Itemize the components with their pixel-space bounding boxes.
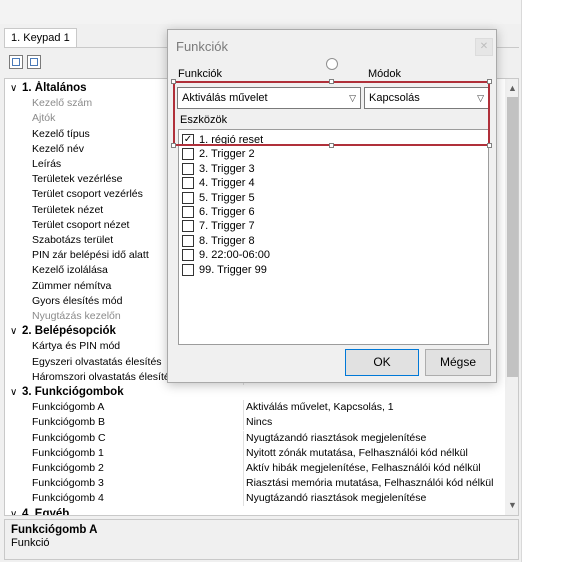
mode-select[interactable]: Kapcsolás ▽ [364,87,489,109]
property-row[interactable]: Funkciógomb 2 Aktív hibák megjelenítése, … [5,461,503,476]
column-divider [243,491,244,507]
chevron-down-icon[interactable]: ∨ [10,324,17,339]
tool-checkbox[interactable] [182,206,194,218]
resize-handle[interactable] [487,79,492,84]
chevron-down-icon[interactable]: ▽ [477,88,484,108]
scroll-up-icon[interactable]: ▲ [505,81,518,96]
column-divider [243,430,244,446]
property-name: Funkciógomb 4 [32,492,104,505]
tool-checkbox[interactable] [182,191,194,204]
tool-item-label: 2. Trigger 2 [199,148,255,161]
property-value[interactable]: Riasztási memória mutatása, Felhasználói… [246,476,502,491]
property-row[interactable]: Funkciógomb 3 Riasztási memória mutatása,… [5,476,503,492]
function-select[interactable]: Aktiválás művelet ▽ [177,87,361,109]
resize-handle[interactable] [171,79,176,84]
tool-checkbox[interactable] [182,234,194,247]
property-name: 4. Egyéb [22,507,70,516]
tool-checkbox[interactable] [182,220,194,233]
property-name: Funkciógomb 3 [32,477,104,490]
tool-item-label: 9. 22:00-06:00 [199,249,270,262]
description-title: Funkciógomb A [11,524,98,536]
chevron-down-icon[interactable]: ∨ [10,385,17,400]
move-handle-icon[interactable] [326,58,338,70]
collapse-icon [30,58,38,66]
resize-handle[interactable] [171,143,176,148]
chevron-down-icon[interactable]: ∨ [10,507,17,515]
property-name: 3. Funkciógombok [22,386,124,398]
property-value[interactable]: Nincs [246,415,502,430]
modes-label: Módok [368,68,402,80]
tool-item-label: 7. Trigger 7 [199,220,255,233]
title-strip [0,0,521,24]
ok-button[interactable]: OK [345,349,419,376]
tool-checkbox[interactable] [182,162,194,175]
property-name: Funkciógomb 2 [32,462,104,474]
property-name: Funkciógomb A [32,401,105,414]
resize-handle[interactable] [329,143,334,148]
tab-keypad-1[interactable]: 1. Keypad 1 [4,28,77,48]
category-row[interactable]: ∨ 4. Egyéb [5,507,503,516]
column-divider [243,476,244,492]
function-select-value: Aktiválás művelet [182,92,268,104]
tool-checkbox[interactable] [182,148,194,161]
property-value[interactable]: Aktív hibák megjelenítése, Felhasználói … [246,461,502,476]
tool-checkbox[interactable]: ✓ [182,134,194,146]
close-button[interactable]: ✕ [475,38,493,56]
property-value[interactable]: Nyugtázandó riasztások megjelenítése [246,431,502,446]
dialog-title: Funkciók [176,39,229,54]
property-name: Funkciógomb B [32,416,105,429]
tool-checkbox[interactable] [182,249,194,262]
collapse-all-button[interactable] [27,55,41,69]
property-value[interactable]: Aktiválás művelet, Kapcsolás, 1 [246,400,502,415]
column-divider [243,415,244,431]
category-row[interactable]: ∨ 3. Funkciógombok [5,385,503,400]
scroll-thumb[interactable] [507,97,518,377]
resize-handle[interactable] [329,79,334,84]
cancel-button[interactable]: Mégse [425,349,491,376]
chevron-down-icon[interactable]: ▽ [349,88,356,108]
tools-checklist[interactable]: ✓ 1. régió reset 2. Trigger 2 3. Trigger 3 4… [178,129,489,345]
column-divider [243,461,244,476]
property-row[interactable]: Funkciógomb B Nincs [5,415,503,431]
vertical-scrollbar[interactable]: ▲ ▼ [505,79,518,515]
tool-item-label: 5. Trigger 5 [199,191,255,204]
description-panel: Funkciógomb A Funkció [4,519,519,560]
tool-item-label: 6. Trigger 6 [199,206,255,218]
chevron-down-icon[interactable]: ∨ [10,81,17,96]
property-row[interactable]: Funkciógomb C Nyugtázandó riasztások megj… [5,430,503,446]
column-divider [243,445,244,461]
tool-item-label: 4. Trigger 4 [199,177,255,190]
property-name: Funkciógomb 1 [32,446,104,459]
property-row[interactable]: Funkciógomb 4 Nyugtázandó riasztások megj… [5,491,503,507]
tool-item-label: 8. Trigger 8 [199,234,255,247]
expand-icon [12,58,20,66]
tool-item-label: 3. Trigger 3 [199,162,255,175]
resize-handle[interactable] [487,143,492,148]
property-value[interactable]: Nyitott zónák mutatása, Felhasználói kód… [246,446,502,461]
tool-item-label: 99. Trigger 99 [199,263,267,276]
property-row[interactable]: Funkciógomb A Aktiválás művelet, Kapcsolá… [5,400,503,416]
functions-label: Funkciók [178,68,223,80]
scroll-down-icon[interactable]: ▼ [505,498,518,513]
property-name: Funkciógomb C [32,431,106,444]
column-divider [243,400,244,416]
tools-label: Eszközök [180,114,228,126]
tool-item-label: 1. régió reset [199,133,264,147]
expand-all-button[interactable] [9,55,23,69]
property-row[interactable]: Funkciógomb 1 Nyitott zónák mutatása, Fel… [5,445,503,461]
property-value[interactable]: Nyugtázandó riasztások megjelenítése [246,491,502,506]
mode-select-value: Kapcsolás [369,92,420,104]
tool-checkbox[interactable] [182,263,194,276]
tool-checkbox[interactable] [182,177,194,190]
functions-dialog: Funkciók ✕ Funkciók Módok Aktiválás műve… [167,29,497,383]
side-panel [521,0,578,562]
description-subtitle: Funkció [11,537,50,549]
